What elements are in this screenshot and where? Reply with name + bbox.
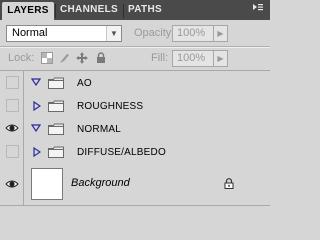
panel-menu-icon-glyph <box>253 4 263 11</box>
blend-mode-value: Normal <box>12 27 48 39</box>
opacity-field[interactable]: 100% <box>172 25 214 42</box>
fill-field[interactable]: 100% <box>172 50 214 67</box>
lock-position-icon[interactable] <box>76 52 88 64</box>
fill-label: Fill: <box>151 52 169 64</box>
fill-slider-arrow-icon[interactable]: ▶ <box>214 50 228 67</box>
layer-name: DIFFUSE/ALBEDO <box>77 147 166 158</box>
blend-mode-select[interactable]: Normal ▼ <box>6 25 122 42</box>
layer-row-ao[interactable]: AO <box>0 71 270 95</box>
chevron-down-icon[interactable]: ▼ <box>106 26 121 41</box>
group-expanded-triangle-icon[interactable] <box>31 124 41 132</box>
folder-icon <box>48 100 64 112</box>
lock-all-icon[interactable] <box>95 52 107 64</box>
group-expanded-triangle-icon[interactable] <box>31 78 41 86</box>
tab-layers[interactable]: LAYERS <box>2 2 54 20</box>
visibility-empty-box <box>6 99 19 112</box>
opacity-slider-arrow-icon[interactable]: ▶ <box>214 25 228 42</box>
visibility-empty-box <box>6 145 19 158</box>
eye-icon <box>5 124 19 132</box>
opacity-label: Opacity: <box>134 27 175 39</box>
panel-tab-bar: LAYERS CHANNELS PATHS <box>0 0 270 20</box>
folder-icon <box>48 146 64 158</box>
eye-icon <box>5 180 19 188</box>
lock-image-pixels-icon[interactable] <box>58 52 70 64</box>
layer-name: NORMAL <box>77 124 121 135</box>
visibility-toggle[interactable] <box>0 117 24 140</box>
layer-name: AO <box>77 78 92 89</box>
tab-channels[interactable]: CHANNELS <box>56 0 122 20</box>
tab-paths[interactable]: PATHS <box>124 0 166 20</box>
visibility-toggle[interactable] <box>0 140 24 163</box>
group-collapsed-triangle-icon[interactable] <box>33 147 41 157</box>
visibility-empty-box <box>6 76 19 89</box>
layer-row-roughness[interactable]: ROUGHNESS <box>0 94 270 118</box>
divider <box>0 47 270 48</box>
layer-row-diffuse-albedo[interactable]: DIFFUSE/ALBEDO <box>0 140 270 164</box>
visibility-toggle[interactable] <box>0 163 24 205</box>
lock-label: Lock: <box>8 52 35 64</box>
lock-transparent-pixels-icon[interactable] <box>41 52 53 64</box>
layer-thumbnail <box>31 168 63 200</box>
visibility-toggle[interactable] <box>0 71 24 94</box>
folder-icon <box>48 123 64 135</box>
layers-list: AO ROUGHNESS NORMAL DIFFUSE/ALBEDO Backg… <box>0 70 270 219</box>
visibility-toggle[interactable] <box>0 94 24 117</box>
layer-name: ROUGHNESS <box>77 101 144 112</box>
lock-icon <box>224 178 234 189</box>
layer-row-normal[interactable]: NORMAL <box>0 117 270 141</box>
folder-icon <box>48 77 64 89</box>
panel-menu-icon[interactable] <box>251 3 265 17</box>
layer-row-background[interactable]: Background <box>0 163 270 206</box>
layer-name: Background <box>71 177 130 189</box>
group-collapsed-triangle-icon[interactable] <box>33 101 41 111</box>
